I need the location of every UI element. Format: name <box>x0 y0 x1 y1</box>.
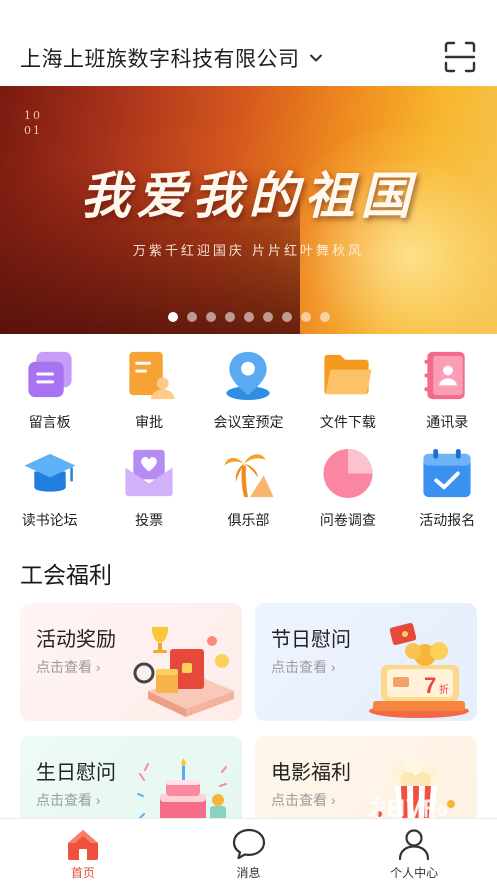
bottom-tab-bar: 首页 消息 个人中心 <box>0 818 497 883</box>
graduation-cap-icon <box>24 453 76 492</box>
banner-date: 10 01 <box>24 108 42 138</box>
grid-item-label: 通讯录 <box>426 414 469 430</box>
section-title: 工会福利 <box>20 562 112 588</box>
location-pin-icon <box>226 351 271 401</box>
tab-label: 消息 <box>236 866 261 880</box>
card-link[interactable]: 点击查看 › <box>271 790 336 810</box>
carousel-dot[interactable] <box>319 312 330 322</box>
tab-label: 首页 <box>70 866 95 880</box>
contacts-icon <box>424 351 465 400</box>
grid-item-event-signup[interactable]: 活动报名 <box>398 446 497 530</box>
coupon-number: 7 <box>424 673 436 698</box>
card-link[interactable]: 点击查看 › <box>36 790 101 810</box>
carousel-indicator <box>0 312 497 322</box>
card-title: 生日慰问 <box>36 762 116 784</box>
grid-item-label: 投票 <box>135 512 164 528</box>
palm-tree-icon <box>224 454 275 498</box>
home-icon <box>67 830 98 860</box>
pie-chart-icon <box>323 448 373 499</box>
top-header: 上海上班族数字科技有限公司 <box>0 0 497 86</box>
carousel-dot[interactable] <box>243 312 254 322</box>
carousel-dot[interactable] <box>186 312 197 322</box>
approval-icon <box>129 351 175 400</box>
hero-banner[interactable]: 10 01 我爱我的祖国 万紫千红迎国庆 片片红叶舞秋风 <box>0 86 497 334</box>
feature-grid: 留言板 审批 会议室预定 文件下载 通讯录 读书论坛 投票 俱乐部 问卷调查 活… <box>0 348 497 530</box>
company-name: 上海上班族数字科技有限公司 <box>20 48 300 71</box>
grid-item-label: 留言板 <box>28 414 71 430</box>
tab-home[interactable]: 首页 <box>0 819 166 883</box>
folder-icon <box>324 354 372 395</box>
grid-item-label: 俱乐部 <box>227 512 270 528</box>
calendar-check-icon <box>423 448 471 498</box>
grid-item-reading-forum[interactable]: 读书论坛 <box>0 446 99 530</box>
grid-item-contacts[interactable]: 通讯录 <box>398 348 497 432</box>
carousel-dot[interactable] <box>300 312 311 322</box>
carousel-dot[interactable] <box>281 312 292 322</box>
grid-item-approval[interactable]: 审批 <box>99 348 198 432</box>
carousel-dot[interactable] <box>224 312 235 322</box>
tab-label: 个人中心 <box>390 866 439 880</box>
card-title: 节日慰问 <box>271 629 351 651</box>
grid-item-label: 会议室预定 <box>213 414 284 430</box>
card-activity-reward[interactable]: 活动奖励 点击查看 › <box>20 603 242 721</box>
card-link[interactable]: 点击查看 › <box>36 657 101 677</box>
grid-item-meeting-room[interactable]: 会议室预定 <box>199 348 298 432</box>
discount-coupon-illustration: 7 折 <box>369 623 469 718</box>
carousel-dot[interactable] <box>205 312 216 322</box>
grid-item-label: 文件下载 <box>319 414 376 430</box>
chat-bubble-icon <box>232 828 265 860</box>
company-selector[interactable]: 上海上班族数字科技有限公司 <box>20 43 324 73</box>
tab-messages[interactable]: 消息 <box>166 819 332 883</box>
vote-envelope-icon <box>125 449 173 497</box>
grid-item-label: 审批 <box>135 414 164 430</box>
card-title: 电影福利 <box>271 762 351 784</box>
banner-subtitle: 万紫千红迎国庆 片片红叶舞秋风 <box>132 244 365 259</box>
carousel-dot[interactable] <box>167 312 178 322</box>
message-board-icon <box>28 351 72 398</box>
banner-title: 我爱我的祖国 <box>80 166 417 225</box>
grid-item-label: 活动报名 <box>419 512 476 528</box>
grid-item-survey[interactable]: 问卷调查 <box>298 446 397 530</box>
banner-date-line2: 01 <box>24 124 42 137</box>
carousel-dot[interactable] <box>262 312 273 322</box>
grid-item-label: 读书论坛 <box>21 512 78 528</box>
tab-profile[interactable]: 个人中心 <box>331 819 497 883</box>
grid-item-vote[interactable]: 投票 <box>99 446 198 530</box>
gift-reward-illustration <box>133 627 234 717</box>
grid-item-message-board[interactable]: 留言板 <box>0 348 99 432</box>
card-link[interactable]: 点击查看 › <box>271 657 336 677</box>
person-icon <box>399 829 430 861</box>
coupon-unit: 折 <box>439 683 449 696</box>
scan-icon[interactable] <box>443 40 477 74</box>
banner-date-line1: 10 <box>24 109 42 122</box>
grid-item-file-download[interactable]: 文件下载 <box>298 348 397 432</box>
card-holiday-greeting[interactable]: 节日慰问 点击查看 › 7 折 <box>255 603 477 721</box>
grid-item-label: 问卷调查 <box>319 512 376 528</box>
grid-item-club[interactable]: 俱乐部 <box>199 446 298 530</box>
chevron-down-icon <box>309 54 322 62</box>
card-title: 活动奖励 <box>36 629 116 651</box>
